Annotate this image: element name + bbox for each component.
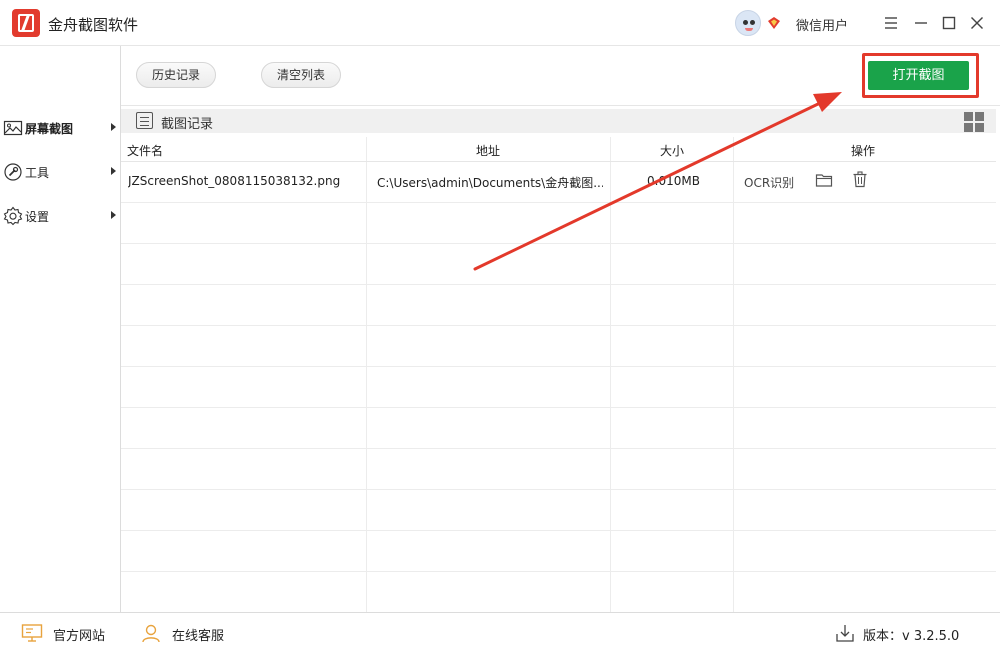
table-row-empty — [121, 285, 996, 326]
file-name-cell: JZScreenShot_0808115038132.png — [128, 174, 341, 188]
sidebar-item-settings[interactable]: 设置 — [0, 203, 120, 229]
toolbar: 历史记录 清空列表 打开截图 — [121, 46, 1000, 106]
app-title: 金舟截图软件 — [48, 16, 139, 34]
table-row-empty — [121, 367, 996, 408]
file-size-cell: 0.010MB — [647, 174, 700, 188]
file-path-cell: C:\Users\admin\Documents\金舟截图... — [377, 176, 603, 190]
sidebar-item-label: 屏幕截图 — [25, 122, 74, 136]
grid-view-icon[interactable] — [964, 112, 984, 132]
menu-icon[interactable] — [882, 14, 900, 32]
table-row-empty — [121, 449, 996, 490]
title-bar: 金舟截图软件 微信用户 — [0, 0, 1000, 46]
username[interactable]: 微信用户 — [796, 15, 848, 34]
table-row-empty — [121, 572, 996, 612]
table-row-empty — [121, 408, 996, 449]
chevron-right-icon — [111, 123, 116, 131]
sidebar-item-screenshot[interactable]: 屏幕截图 — [0, 115, 120, 141]
table-row[interactable]: JZScreenShot_0808115038132.png C:\Users\… — [121, 162, 996, 203]
image-icon — [3, 120, 23, 136]
column-header-size[interactable]: 大小 — [660, 142, 684, 159]
section-title: 截图记录 — [161, 117, 214, 132]
table-header: 文件名 地址 大小 操作 — [121, 137, 996, 162]
column-header-actions: 操作 — [851, 144, 876, 158]
table-row-empty — [121, 203, 996, 244]
gear-icon — [3, 206, 23, 226]
sidebar-item-label: 工具 — [25, 166, 50, 180]
sidebar-item-label: 设置 — [25, 210, 50, 224]
online-service-label: 在线客服 — [172, 629, 225, 644]
user-avatar[interactable] — [735, 10, 761, 36]
history-button[interactable]: 历史记录 — [136, 62, 216, 88]
version-label: 版本：v 3.2.5.0 — [863, 629, 960, 644]
status-bar: 官方网站 在线客服 版本：v 3.2.5.0 — [0, 612, 1000, 650]
ocr-button[interactable]: OCR识别 — [744, 174, 794, 191]
screenshot-table: 文件名 地址 大小 操作 JZScreenShot_0808115038132.… — [121, 137, 996, 612]
table-row-empty — [121, 326, 996, 367]
user-support-icon — [142, 624, 160, 643]
vip-badge-icon[interactable] — [767, 16, 781, 30]
column-header-path[interactable]: 地址 — [476, 142, 500, 159]
list-icon — [136, 112, 153, 129]
chevron-right-icon — [111, 167, 116, 175]
column-header-filename[interactable]: 文件名 — [127, 142, 163, 159]
download-icon — [836, 625, 854, 642]
wrench-icon — [4, 163, 22, 181]
sidebar: 屏幕截图 工具 设置 — [0, 46, 121, 612]
official-site-label: 官方网站 — [53, 629, 106, 644]
maximize-icon[interactable] — [940, 14, 958, 32]
sidebar-item-tools[interactable]: 工具 — [0, 159, 120, 185]
section-header: 截图记录 — [121, 109, 996, 133]
open-screenshot-button[interactable]: 打开截图 — [868, 61, 969, 90]
table-row-empty — [121, 490, 996, 531]
clear-list-button[interactable]: 清空列表 — [261, 62, 341, 88]
folder-icon[interactable] — [815, 172, 833, 188]
trash-icon[interactable] — [852, 171, 868, 188]
monitor-icon — [21, 624, 43, 642]
close-icon[interactable] — [968, 14, 986, 32]
table-row-empty — [121, 531, 996, 572]
minimize-icon[interactable] — [912, 14, 930, 32]
app-logo-icon — [12, 9, 40, 37]
chevron-right-icon — [111, 211, 116, 219]
table-row-empty — [121, 244, 996, 285]
